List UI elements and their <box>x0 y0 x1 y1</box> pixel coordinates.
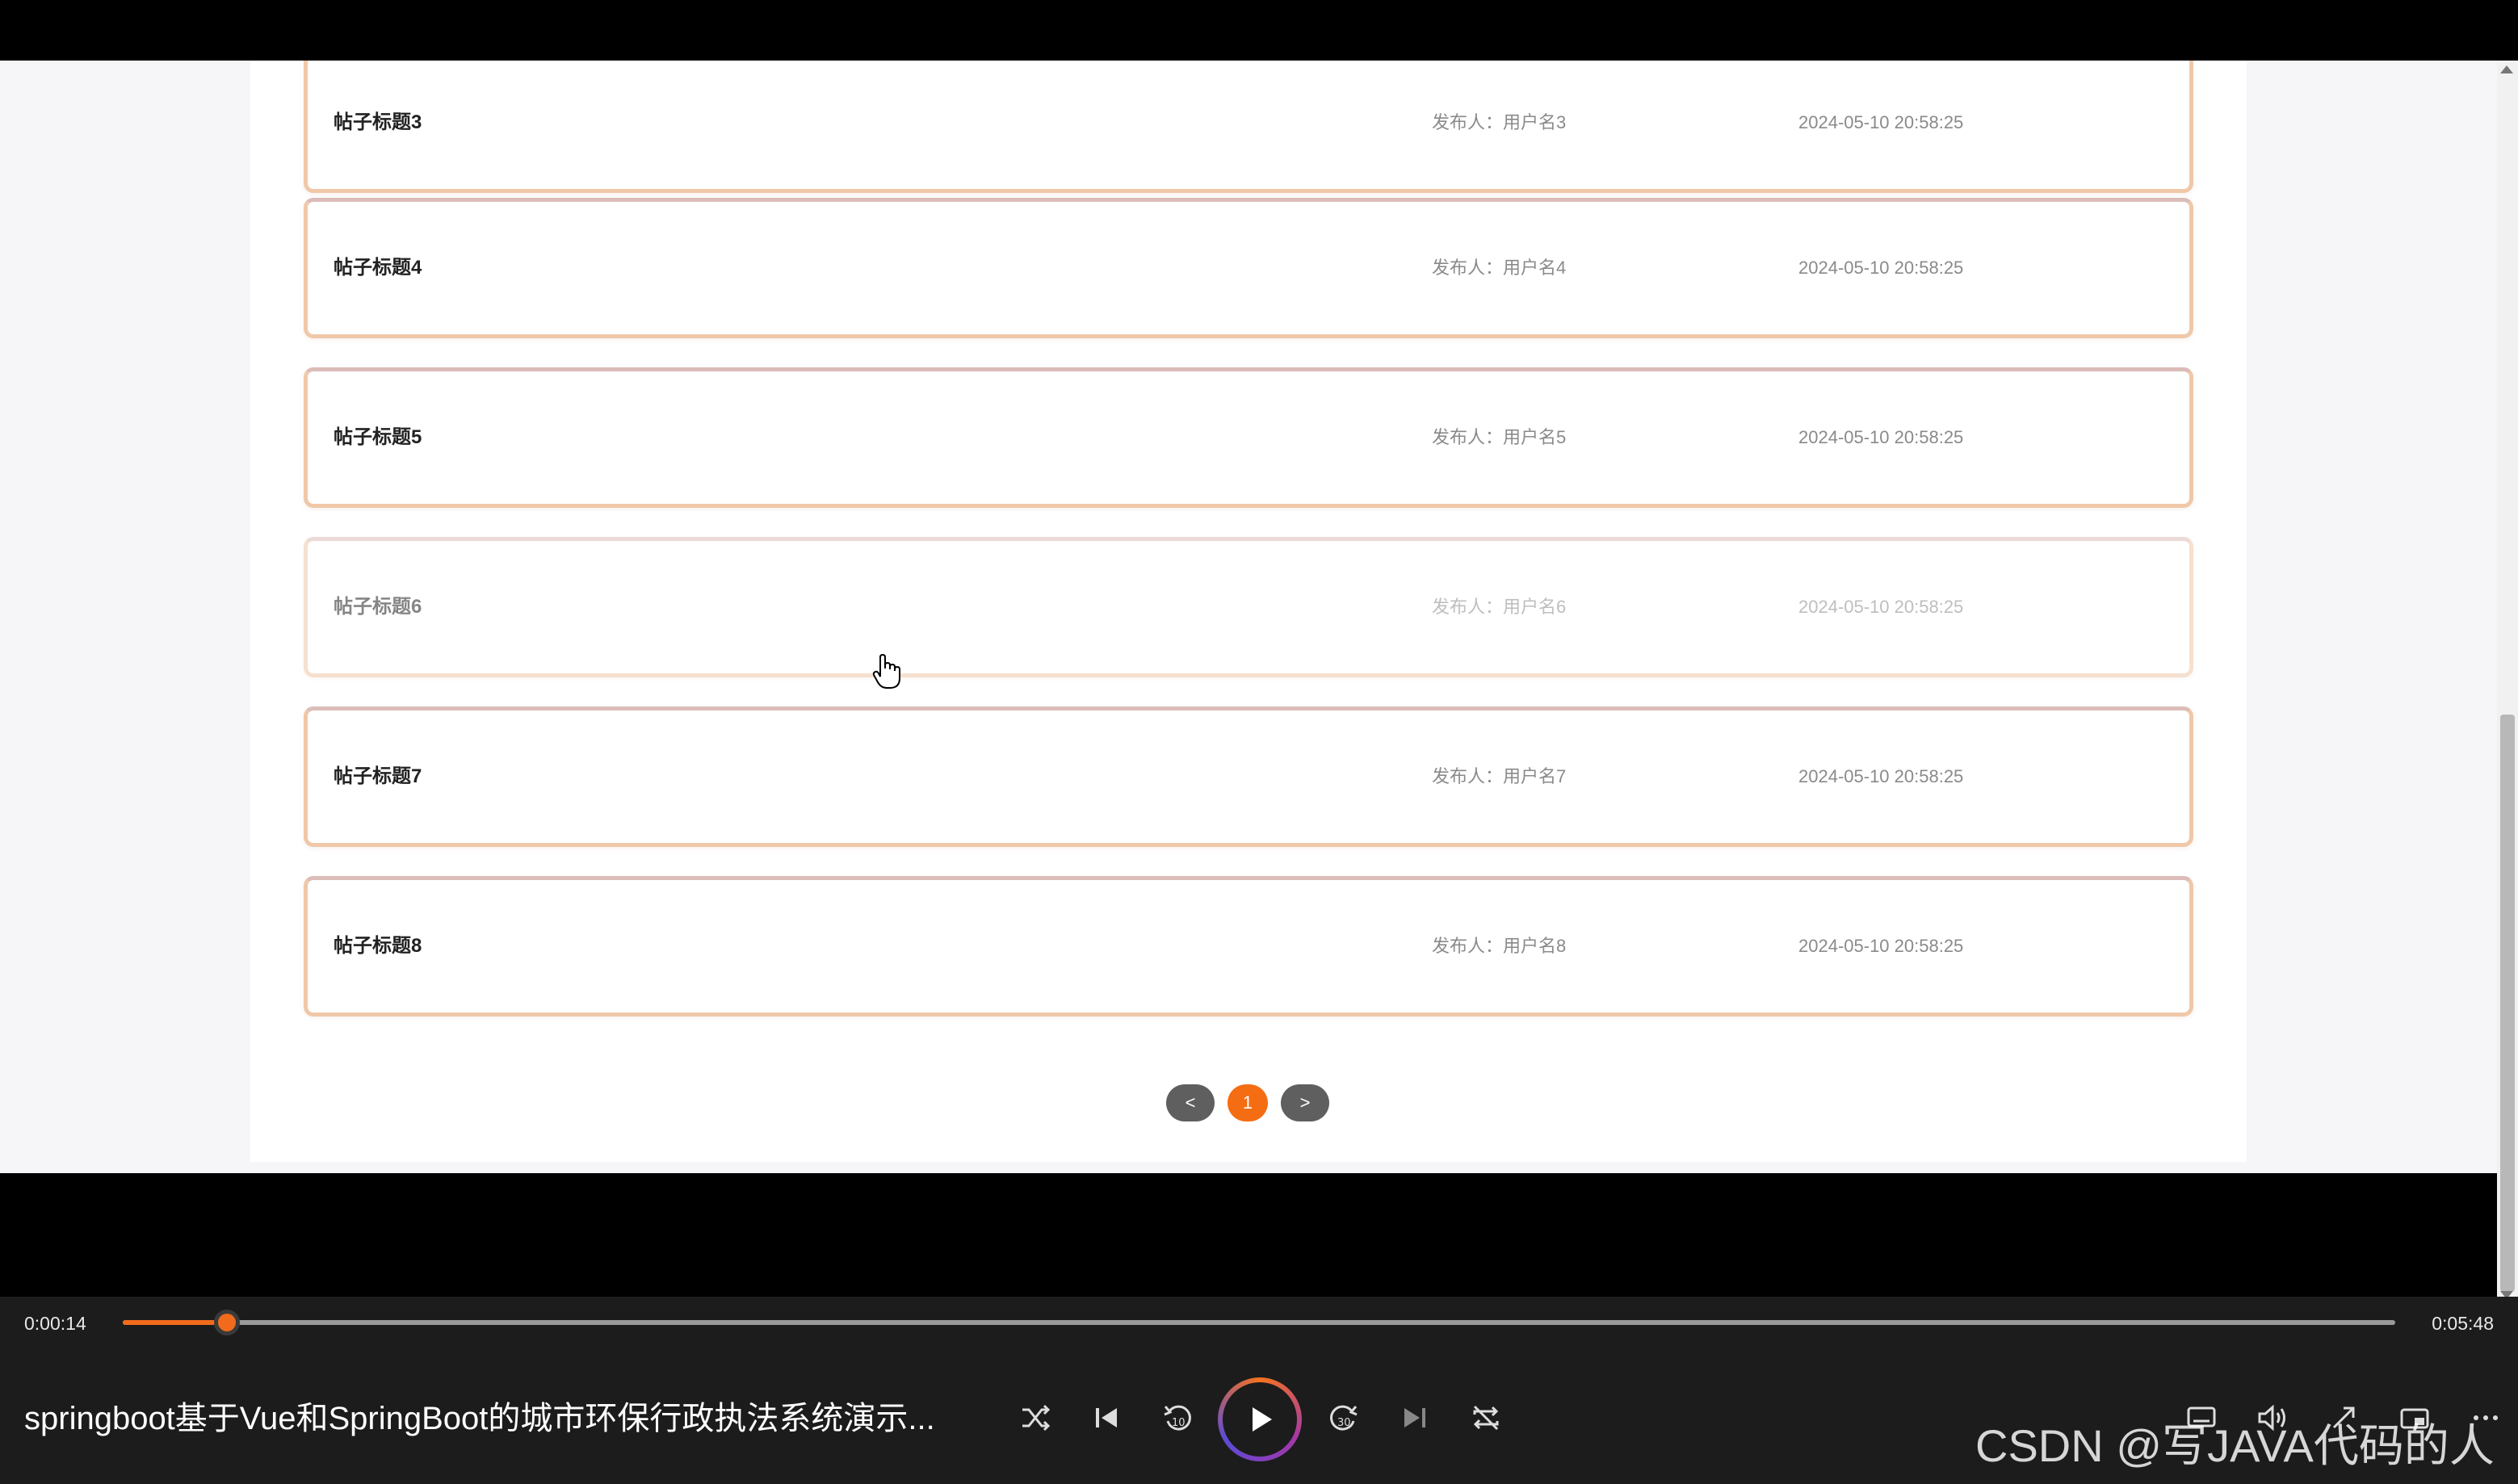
pagination: < 1 > <box>1166 1084 1336 1121</box>
post-card[interactable]: 帖子标题4 发布人：用户名4 2024-05-10 20:58:25 <box>304 198 2193 338</box>
post-time: 2024-05-10 20:58:25 <box>1798 597 1964 617</box>
scroll-up-arrow-icon[interactable] <box>2500 65 2513 73</box>
post-title[interactable]: 帖子标题6 <box>334 541 422 673</box>
post-card[interactable]: 帖子标题3 发布人：用户名3 2024-05-10 20:58:25 <box>304 61 2193 193</box>
video-title: springboot基于Vue和SpringBoot的城市环保行政执法系统演示.… <box>24 1401 935 1436</box>
post-card-hovered[interactable]: 帖子标题6 发布人：用户名6 2024-05-10 20:58:25 <box>304 537 2193 677</box>
post-list-panel: 帖子标题3 发布人：用户名3 2024-05-10 20:58:25 帖子标题4… <box>250 61 2247 1162</box>
watermark: CSDN @写JAVA代码的人 <box>1975 1420 2495 1471</box>
total-time: 0:05:48 <box>2432 1313 2494 1334</box>
scrollbar-thumb[interactable] <box>2500 715 2515 1292</box>
post-author: 发布人：用户名3 <box>1432 112 1567 132</box>
skip-next-icon[interactable] <box>1395 1398 1434 1437</box>
progress-slider[interactable] <box>123 1310 2395 1335</box>
post-title[interactable]: 帖子标题4 <box>334 202 422 334</box>
post-card[interactable]: 帖子标题7 发布人：用户名7 2024-05-10 20:58:25 <box>304 706 2193 847</box>
post-card[interactable]: 帖子标题8 发布人：用户名8 2024-05-10 20:58:25 <box>304 876 2193 1017</box>
post-title[interactable]: 帖子标题5 <box>334 371 422 504</box>
post-author: 发布人：用户名5 <box>1432 427 1567 447</box>
play-icon <box>1223 1382 1297 1457</box>
bottom-letterbox <box>0 1173 2495 1297</box>
progress-fill <box>123 1320 228 1325</box>
progress-handle[interactable] <box>214 1310 241 1335</box>
post-time: 2024-05-10 20:58:25 <box>1798 936 1964 956</box>
svg-text:30: 30 <box>1337 1417 1351 1429</box>
next-page-button[interactable]: > <box>1281 1084 1329 1121</box>
post-card[interactable]: 帖子标题5 发布人：用户名5 2024-05-10 20:58:25 <box>304 367 2193 508</box>
post-time: 2024-05-10 20:58:25 <box>1798 258 1964 278</box>
svg-text:10: 10 <box>1172 1417 1186 1429</box>
hand-cursor-icon <box>872 653 901 690</box>
current-page-button[interactable]: 1 <box>1228 1084 1268 1121</box>
current-time: 0:00:14 <box>24 1313 86 1334</box>
play-button[interactable] <box>1218 1377 1302 1461</box>
post-author: 发布人：用户名4 <box>1432 258 1567 278</box>
skip-previous-icon[interactable] <box>1087 1398 1126 1437</box>
post-time: 2024-05-10 20:58:25 <box>1798 427 1964 447</box>
web-page-viewport: 帖子标题3 发布人：用户名3 2024-05-10 20:58:25 帖子标题4… <box>0 61 2518 1173</box>
page-scrollbar[interactable] <box>2497 61 2518 1304</box>
post-author: 发布人：用户名6 <box>1432 597 1567 617</box>
top-letterbox <box>0 0 2518 61</box>
post-time: 2024-05-10 20:58:25 <box>1798 112 1964 132</box>
post-title[interactable]: 帖子标题8 <box>334 880 422 1012</box>
repeat-off-icon[interactable] <box>1467 1398 1505 1437</box>
video-player-controls: 0:00:14 0:05:48 springboot基于Vue和SpringBo… <box>0 1297 2518 1484</box>
forward-30-icon[interactable]: 30 <box>1324 1398 1363 1437</box>
rewind-10-icon[interactable]: 10 <box>1158 1398 1197 1437</box>
post-author: 发布人：用户名8 <box>1432 936 1567 956</box>
post-author: 发布人：用户名7 <box>1432 766 1567 786</box>
prev-page-button[interactable]: < <box>1166 1084 1215 1121</box>
post-title[interactable]: 帖子标题7 <box>334 711 422 843</box>
post-time: 2024-05-10 20:58:25 <box>1798 766 1964 786</box>
post-title[interactable]: 帖子标题3 <box>334 61 422 189</box>
shuffle-icon[interactable] <box>1016 1398 1055 1437</box>
